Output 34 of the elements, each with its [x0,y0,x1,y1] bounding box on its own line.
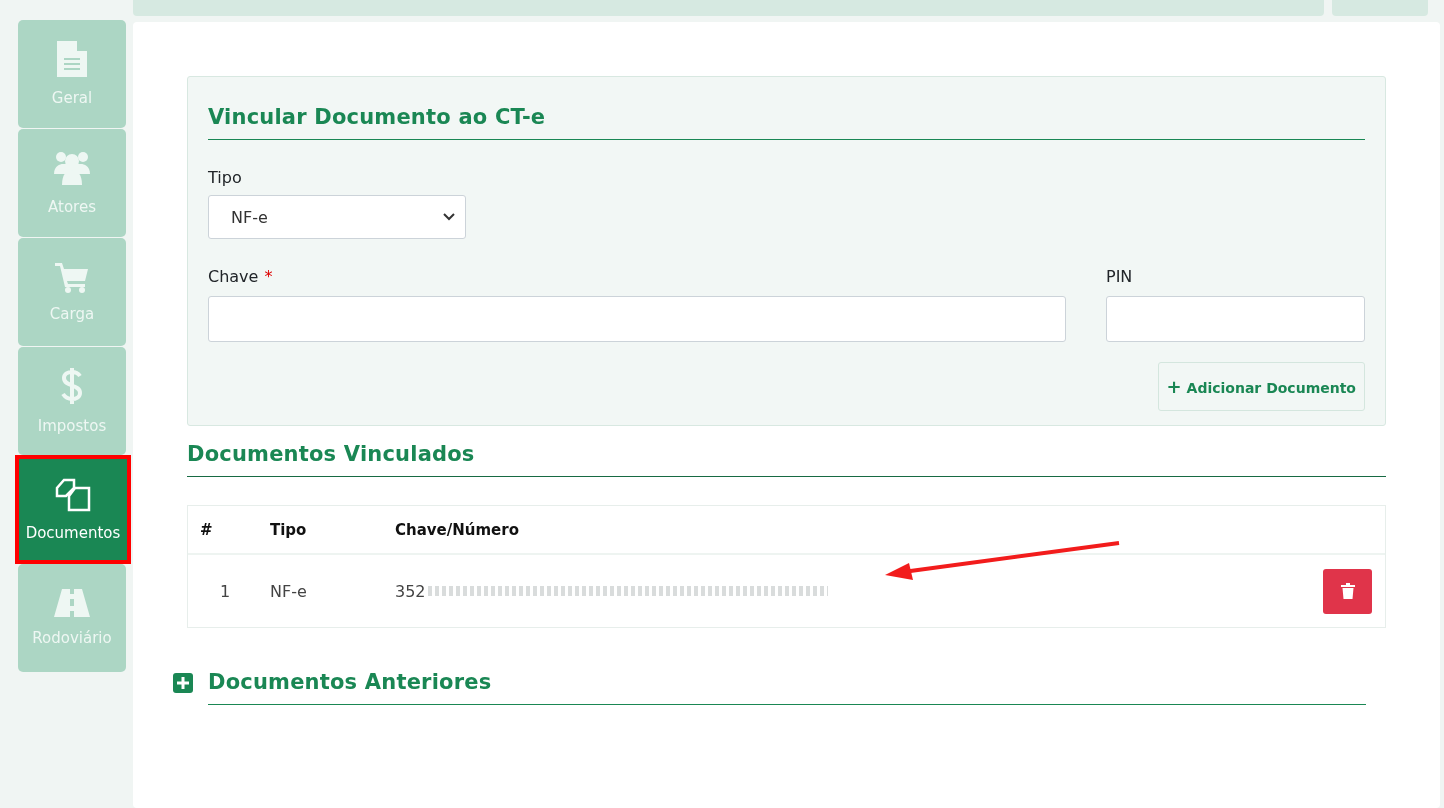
sidebar-tab[interactable]: Documentos [19,459,127,560]
copy-icon [55,477,91,512]
section-title: Documentos Vinculados [187,442,476,466]
section-title: Documentos Anteriores [208,670,493,694]
pin-input[interactable] [1106,296,1365,342]
expand-icon[interactable] [173,673,193,693]
field-label: Tipo [208,168,242,187]
document-icon [57,41,87,77]
field-label: Chave [208,267,259,286]
users-icon [53,150,91,186]
add-document-button[interactable]: + Adicionar Documento [1157,362,1365,411]
sidebar-tab[interactable]: Rodoviário [18,564,126,672]
sidebar-tab[interactable]: Carga [18,238,126,346]
chevron-icon [443,213,455,221]
table-cell-text: 1 [219,581,232,601]
type-select[interactable]: NF-e [208,195,466,239]
dollar-icon [61,367,83,405]
sidebar-tab[interactable]: Atores [18,129,126,237]
sidebar-tab[interactable]: Geral [18,20,126,128]
required-mark: * [264,267,273,286]
table-cell-text: NF-e [270,581,308,601]
road-icon [54,589,90,617]
delete-button[interactable] [1323,568,1372,614]
key-input[interactable] [208,296,1066,342]
top-button[interactable] [1332,0,1428,16]
sidebar-tab[interactable]: Impostos [18,347,126,455]
cart-icon [55,261,89,293]
column-header: Tipo [270,520,308,539]
column-header: Chave/Número [395,520,520,539]
table-cell: 352 [395,581,426,601]
section-title: Vincular Documento ao CT-e [208,105,547,129]
trash-icon [1340,583,1355,599]
field-label: PIN [1106,267,1133,286]
column-header: # [199,520,214,539]
